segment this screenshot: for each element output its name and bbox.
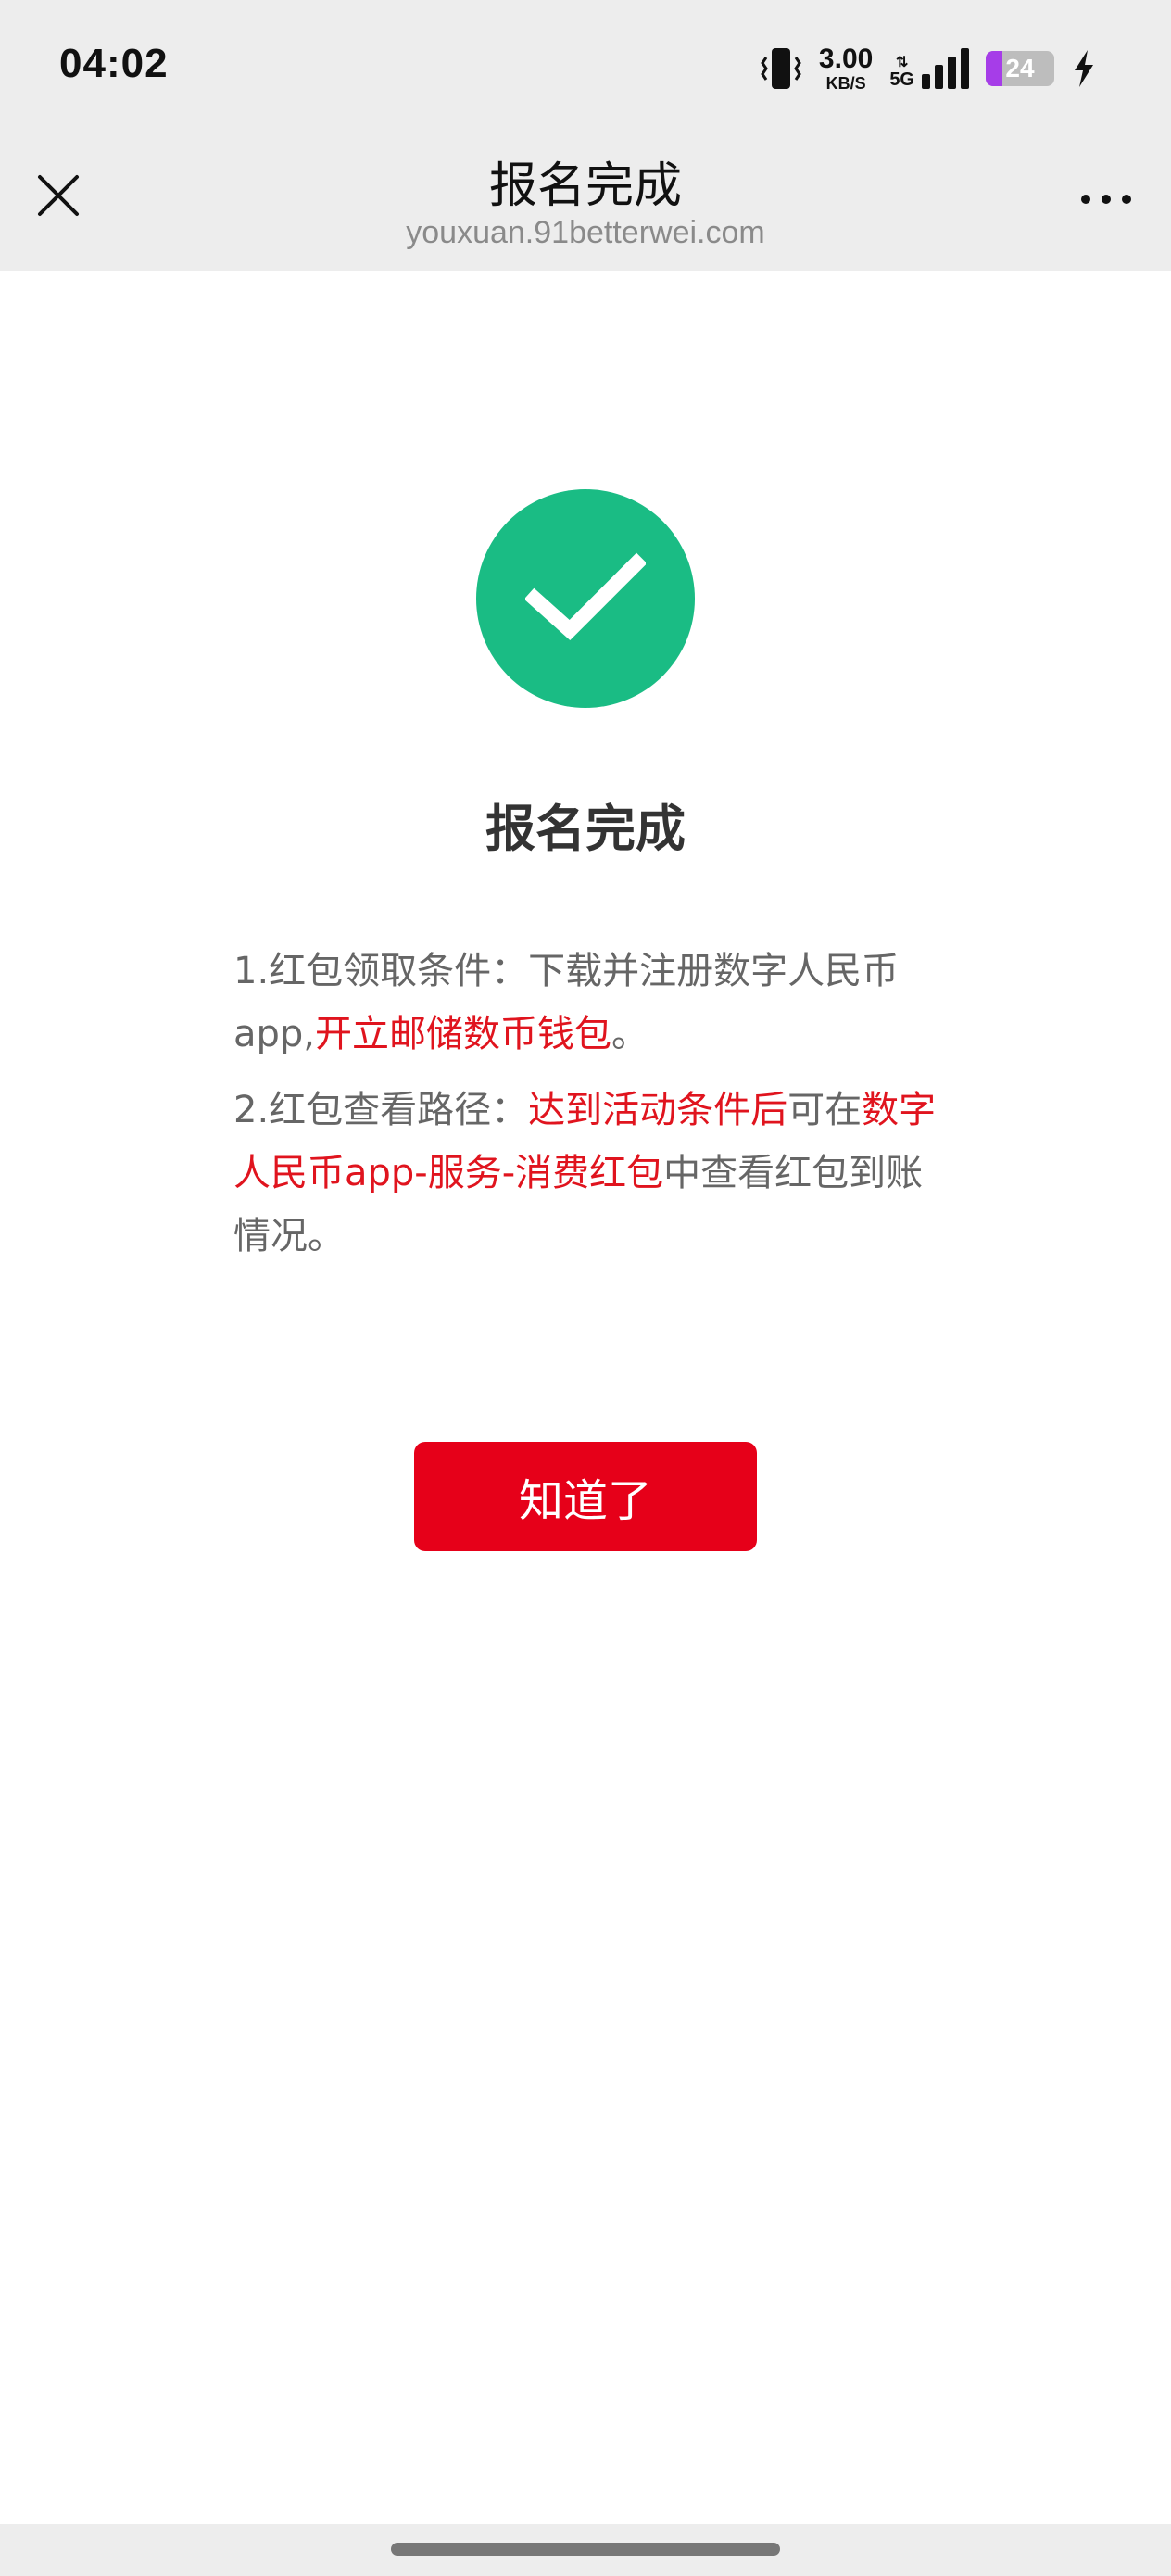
data-arrows-icon: ⇅ bbox=[895, 55, 909, 70]
instruction-text: 2.红包查看路径： bbox=[233, 1089, 529, 1131]
vibrate-icon bbox=[761, 48, 801, 89]
network-speed: 3.00 KB/S bbox=[818, 44, 874, 93]
battery-level: 24 bbox=[1005, 54, 1035, 82]
instruction-highlight: 开立邮储数币钱包 bbox=[315, 1013, 612, 1055]
instruction-text: 。 bbox=[611, 1013, 649, 1055]
ok-button[interactable]: 知道了 bbox=[414, 1442, 757, 1551]
instructions: 1.红包领取条件：下载并注册数字人民币app,开立邮储数币钱包。 2.红包查看路… bbox=[233, 940, 938, 1268]
battery-icon: 24 bbox=[986, 51, 1054, 86]
screen: 04:02 3.00 KB/S ⇅ 5G 24 报名完成 youxuan.91b… bbox=[0, 0, 1171, 2576]
success-badge bbox=[476, 489, 695, 708]
charging-bolt-icon bbox=[1075, 50, 1093, 87]
instruction-text: 可在 bbox=[787, 1089, 863, 1131]
signal-indicator: ⇅ 5G bbox=[889, 48, 969, 89]
status-time: 04:02 bbox=[59, 41, 169, 86]
instruction-item: 2.红包查看路径：达到活动条件后可在数字人民币app-服务-消费红包中查看红包到… bbox=[233, 1079, 938, 1268]
instruction-highlight: 达到活动条件后 bbox=[528, 1089, 788, 1131]
signal-icon bbox=[922, 48, 969, 89]
more-button[interactable] bbox=[1069, 176, 1143, 222]
home-gesture-handle[interactable] bbox=[391, 2543, 780, 2556]
instruction-item: 1.红包领取条件：下载并注册数字人民币app,开立邮储数币钱包。 bbox=[233, 940, 938, 1066]
result-title: 报名完成 bbox=[485, 800, 686, 858]
network-speed-value: 3.00 bbox=[818, 44, 874, 74]
title-bar: 报名完成 youxuan.91betterwei.com bbox=[0, 139, 1171, 271]
check-icon bbox=[525, 552, 646, 641]
network-speed-unit: KB/S bbox=[825, 74, 866, 93]
page-url: youxuan.91betterwei.com bbox=[406, 215, 765, 250]
battery-fill bbox=[986, 51, 1002, 86]
gesture-bar bbox=[0, 2524, 1171, 2576]
status-bar: 04:02 3.00 KB/S ⇅ 5G 24 bbox=[0, 0, 1171, 139]
network-type-label: 5G bbox=[889, 69, 914, 90]
more-icon bbox=[1081, 195, 1090, 204]
network-type: ⇅ 5G bbox=[889, 55, 914, 90]
page-title: 报名完成 bbox=[488, 158, 682, 214]
status-indicators: 3.00 KB/S ⇅ 5G 24 bbox=[760, 43, 1097, 95]
